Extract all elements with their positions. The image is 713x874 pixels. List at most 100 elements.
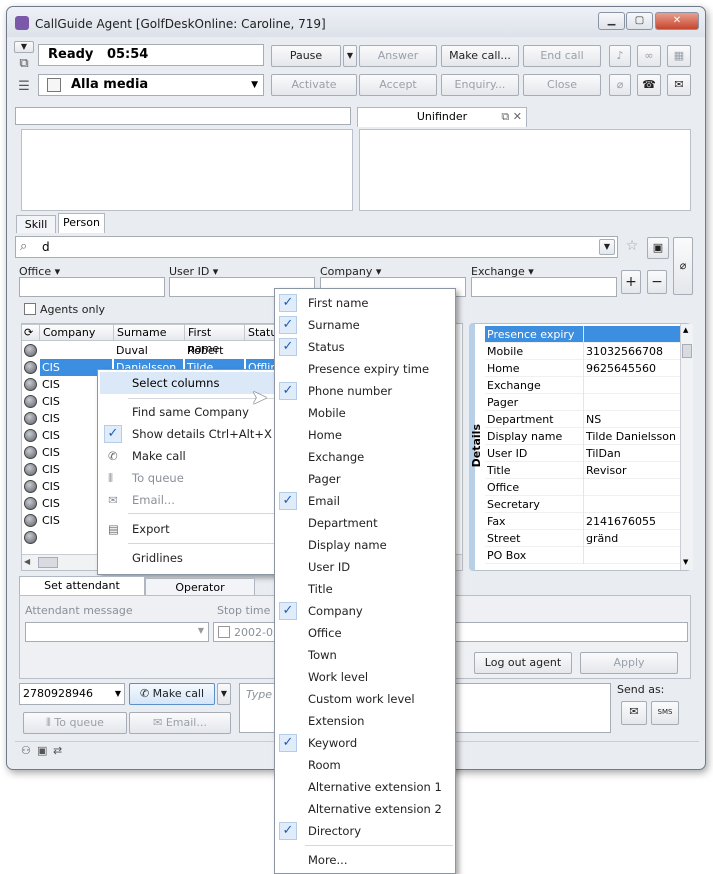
details-key: Display name	[487, 430, 563, 443]
office-filter-input[interactable]	[19, 277, 165, 297]
end-call-button[interactable]: End call	[523, 45, 601, 67]
star-icon[interactable]: ☆	[623, 238, 641, 256]
column-option-menuitem[interactable]: Exchange	[275, 446, 455, 468]
column-option-menuitem[interactable]: ✓ Status	[275, 336, 455, 358]
send-sms-icon[interactable]: SMS	[651, 701, 679, 725]
transfer-icon[interactable]: ⇄	[53, 744, 62, 757]
search-dropdown-button[interactable]: ▼	[599, 239, 615, 255]
column-option-menuitem[interactable]: Room	[275, 754, 455, 776]
list-icon[interactable]: ☰	[15, 79, 33, 97]
column-option-menuitem[interactable]: ✓ Keyword	[275, 732, 455, 754]
column-option-menuitem[interactable]: Pager	[275, 468, 455, 490]
email-button[interactable]: ✉ Email...	[129, 712, 231, 734]
column-option-menuitem[interactable]: Presence expiry time	[275, 358, 455, 380]
tab-operator-information[interactable]: Operator information	[145, 578, 255, 611]
column-option-menuitem[interactable]: Title	[275, 578, 455, 600]
enquiry-button[interactable]: Enquiry...	[441, 74, 519, 96]
collapse-icon[interactable]: ▼	[14, 41, 34, 53]
column-option-menuitem[interactable]: Town	[275, 644, 455, 666]
activate-button[interactable]: Activate	[271, 74, 357, 96]
top-left-field	[15, 107, 351, 125]
show-details-menuitem[interactable]: ✓ Show details Ctrl+Alt+X	[100, 423, 274, 445]
tab-set-attendant-message[interactable]: Set attendant message	[19, 576, 145, 609]
to-queue-button[interactable]: ⦀ To queue	[23, 712, 127, 734]
close-button[interactable]: Close	[523, 74, 601, 96]
phone-number-field[interactable]: 2780928946 ▼	[19, 683, 125, 705]
column-option-menuitem[interactable]: Extension	[275, 710, 455, 732]
column-option-menuitem[interactable]: Display name	[275, 534, 455, 556]
email-menuitem[interactable]: ✉ Email...	[100, 489, 274, 511]
chat-icon[interactable]: ✉	[667, 74, 691, 96]
make-call-menuitem[interactable]: ✆ Make call	[100, 445, 274, 467]
column-option-menuitem[interactable]: Custom work level	[275, 688, 455, 710]
phone-icon[interactable]: ☎	[637, 74, 661, 96]
clear-icon[interactable]: ⌀	[673, 237, 693, 295]
exchange-filter-input[interactable]	[471, 277, 617, 297]
card-icon[interactable]: ▣	[37, 744, 47, 757]
column-option-menuitem[interactable]: ✓ Phone number	[275, 380, 455, 402]
stop-time-checkbox[interactable]	[218, 626, 230, 638]
column-option-menuitem[interactable]: Alternative extension 1	[275, 776, 455, 798]
column-option-menuitem[interactable]: Mobile	[275, 402, 455, 424]
phonebook-icon[interactable]: ▦	[667, 45, 691, 67]
contact-card-icon[interactable]: ▣	[647, 237, 669, 259]
minimize-button[interactable]: ▁	[598, 12, 625, 30]
column-header-first-name[interactable]: First name	[185, 324, 245, 355]
remove-filter-button[interactable]: −	[647, 270, 667, 294]
table-row[interactable]: Duval Robert	[22, 342, 286, 359]
search-input[interactable]: ⌕ d ▼	[15, 236, 618, 258]
select-columns-menuitem[interactable]: Select columns	[100, 372, 274, 394]
close-icon[interactable]: ⧉ ✕	[501, 108, 522, 125]
column-option-menuitem[interactable]: ✓ Surname	[275, 314, 455, 336]
pause-button[interactable]: Pause	[271, 45, 341, 67]
more-columns-menuitem[interactable]: More...	[275, 849, 455, 871]
column-option-menuitem[interactable]: ✓ Directory	[275, 820, 455, 842]
apply-button[interactable]: Apply	[580, 652, 678, 674]
tab-unifinder[interactable]: Unifinder ⧉ ✕	[357, 107, 527, 127]
pause-dropdown-button[interactable]: ▼	[343, 45, 357, 67]
column-option-menuitem[interactable]: Department	[275, 512, 455, 534]
maximize-button[interactable]: ▢	[626, 12, 653, 30]
details-scroll-thumb[interactable]	[682, 344, 692, 358]
mute-icon[interactable]: ⌀	[609, 74, 631, 96]
scroll-down-icon[interactable]: ▼	[683, 558, 688, 566]
make-call-dropdown-button[interactable]: ▼	[217, 683, 231, 705]
column-option-menuitem[interactable]: Work level	[275, 666, 455, 688]
scroll-thumb[interactable]	[38, 557, 58, 568]
details-scrollbar[interactable]: ▲ ▼	[680, 324, 693, 570]
find-same-company-menuitem[interactable]: Find same Company	[100, 401, 274, 423]
scroll-up-icon[interactable]: ▲	[683, 326, 688, 334]
accept-button[interactable]: Accept	[359, 74, 437, 96]
column-header-company[interactable]: Company	[40, 324, 114, 341]
refresh-icon[interactable]: ⟳	[22, 324, 40, 341]
column-option-menuitem[interactable]: ✓ Company	[275, 600, 455, 622]
music-icon[interactable]: ♪	[609, 45, 631, 67]
tab-skill[interactable]: Skill	[16, 215, 56, 233]
column-option-menuitem[interactable]: ✓ First name	[275, 292, 455, 314]
export-menuitem[interactable]: ▤ Export	[100, 518, 274, 540]
send-chat-icon[interactable]: ✉	[621, 701, 647, 725]
column-header-surname[interactable]: Surname	[114, 324, 185, 341]
gridlines-menuitem[interactable]: Gridlines	[100, 547, 274, 569]
agents-only-checkbox[interactable]	[24, 303, 36, 315]
make-call-bottom-button[interactable]: ✆ Make call	[129, 683, 215, 705]
close-window-button[interactable]: ✕	[655, 12, 699, 30]
user-icon[interactable]: ⚇	[21, 744, 31, 757]
answer-button[interactable]: Answer	[359, 45, 437, 67]
new-window-icon[interactable]: ⧉	[15, 56, 33, 74]
to-queue-menuitem[interactable]: ⦀ To queue	[100, 467, 274, 489]
column-option-menuitem[interactable]: Home	[275, 424, 455, 446]
column-option-menuitem[interactable]: User ID	[275, 556, 455, 578]
column-option-menuitem[interactable]: ✓ Email	[275, 490, 455, 512]
voicemail-icon[interactable]: ∞	[637, 45, 661, 67]
log-out-agent-button[interactable]: Log out agent	[474, 652, 572, 674]
attendant-message-select[interactable]: ▼	[25, 622, 209, 642]
column-option-menuitem[interactable]: Office	[275, 622, 455, 644]
add-filter-button[interactable]: +	[621, 270, 641, 294]
chevron-down-icon: ▼	[197, 626, 204, 635]
tab-person[interactable]: Person	[58, 213, 105, 233]
media-select[interactable]: Alla media ▼	[38, 74, 264, 96]
make-call-button[interactable]: Make call...	[441, 45, 519, 67]
scroll-left-icon[interactable]: ◀	[24, 557, 34, 568]
column-option-menuitem[interactable]: Alternative extension 2	[275, 798, 455, 820]
